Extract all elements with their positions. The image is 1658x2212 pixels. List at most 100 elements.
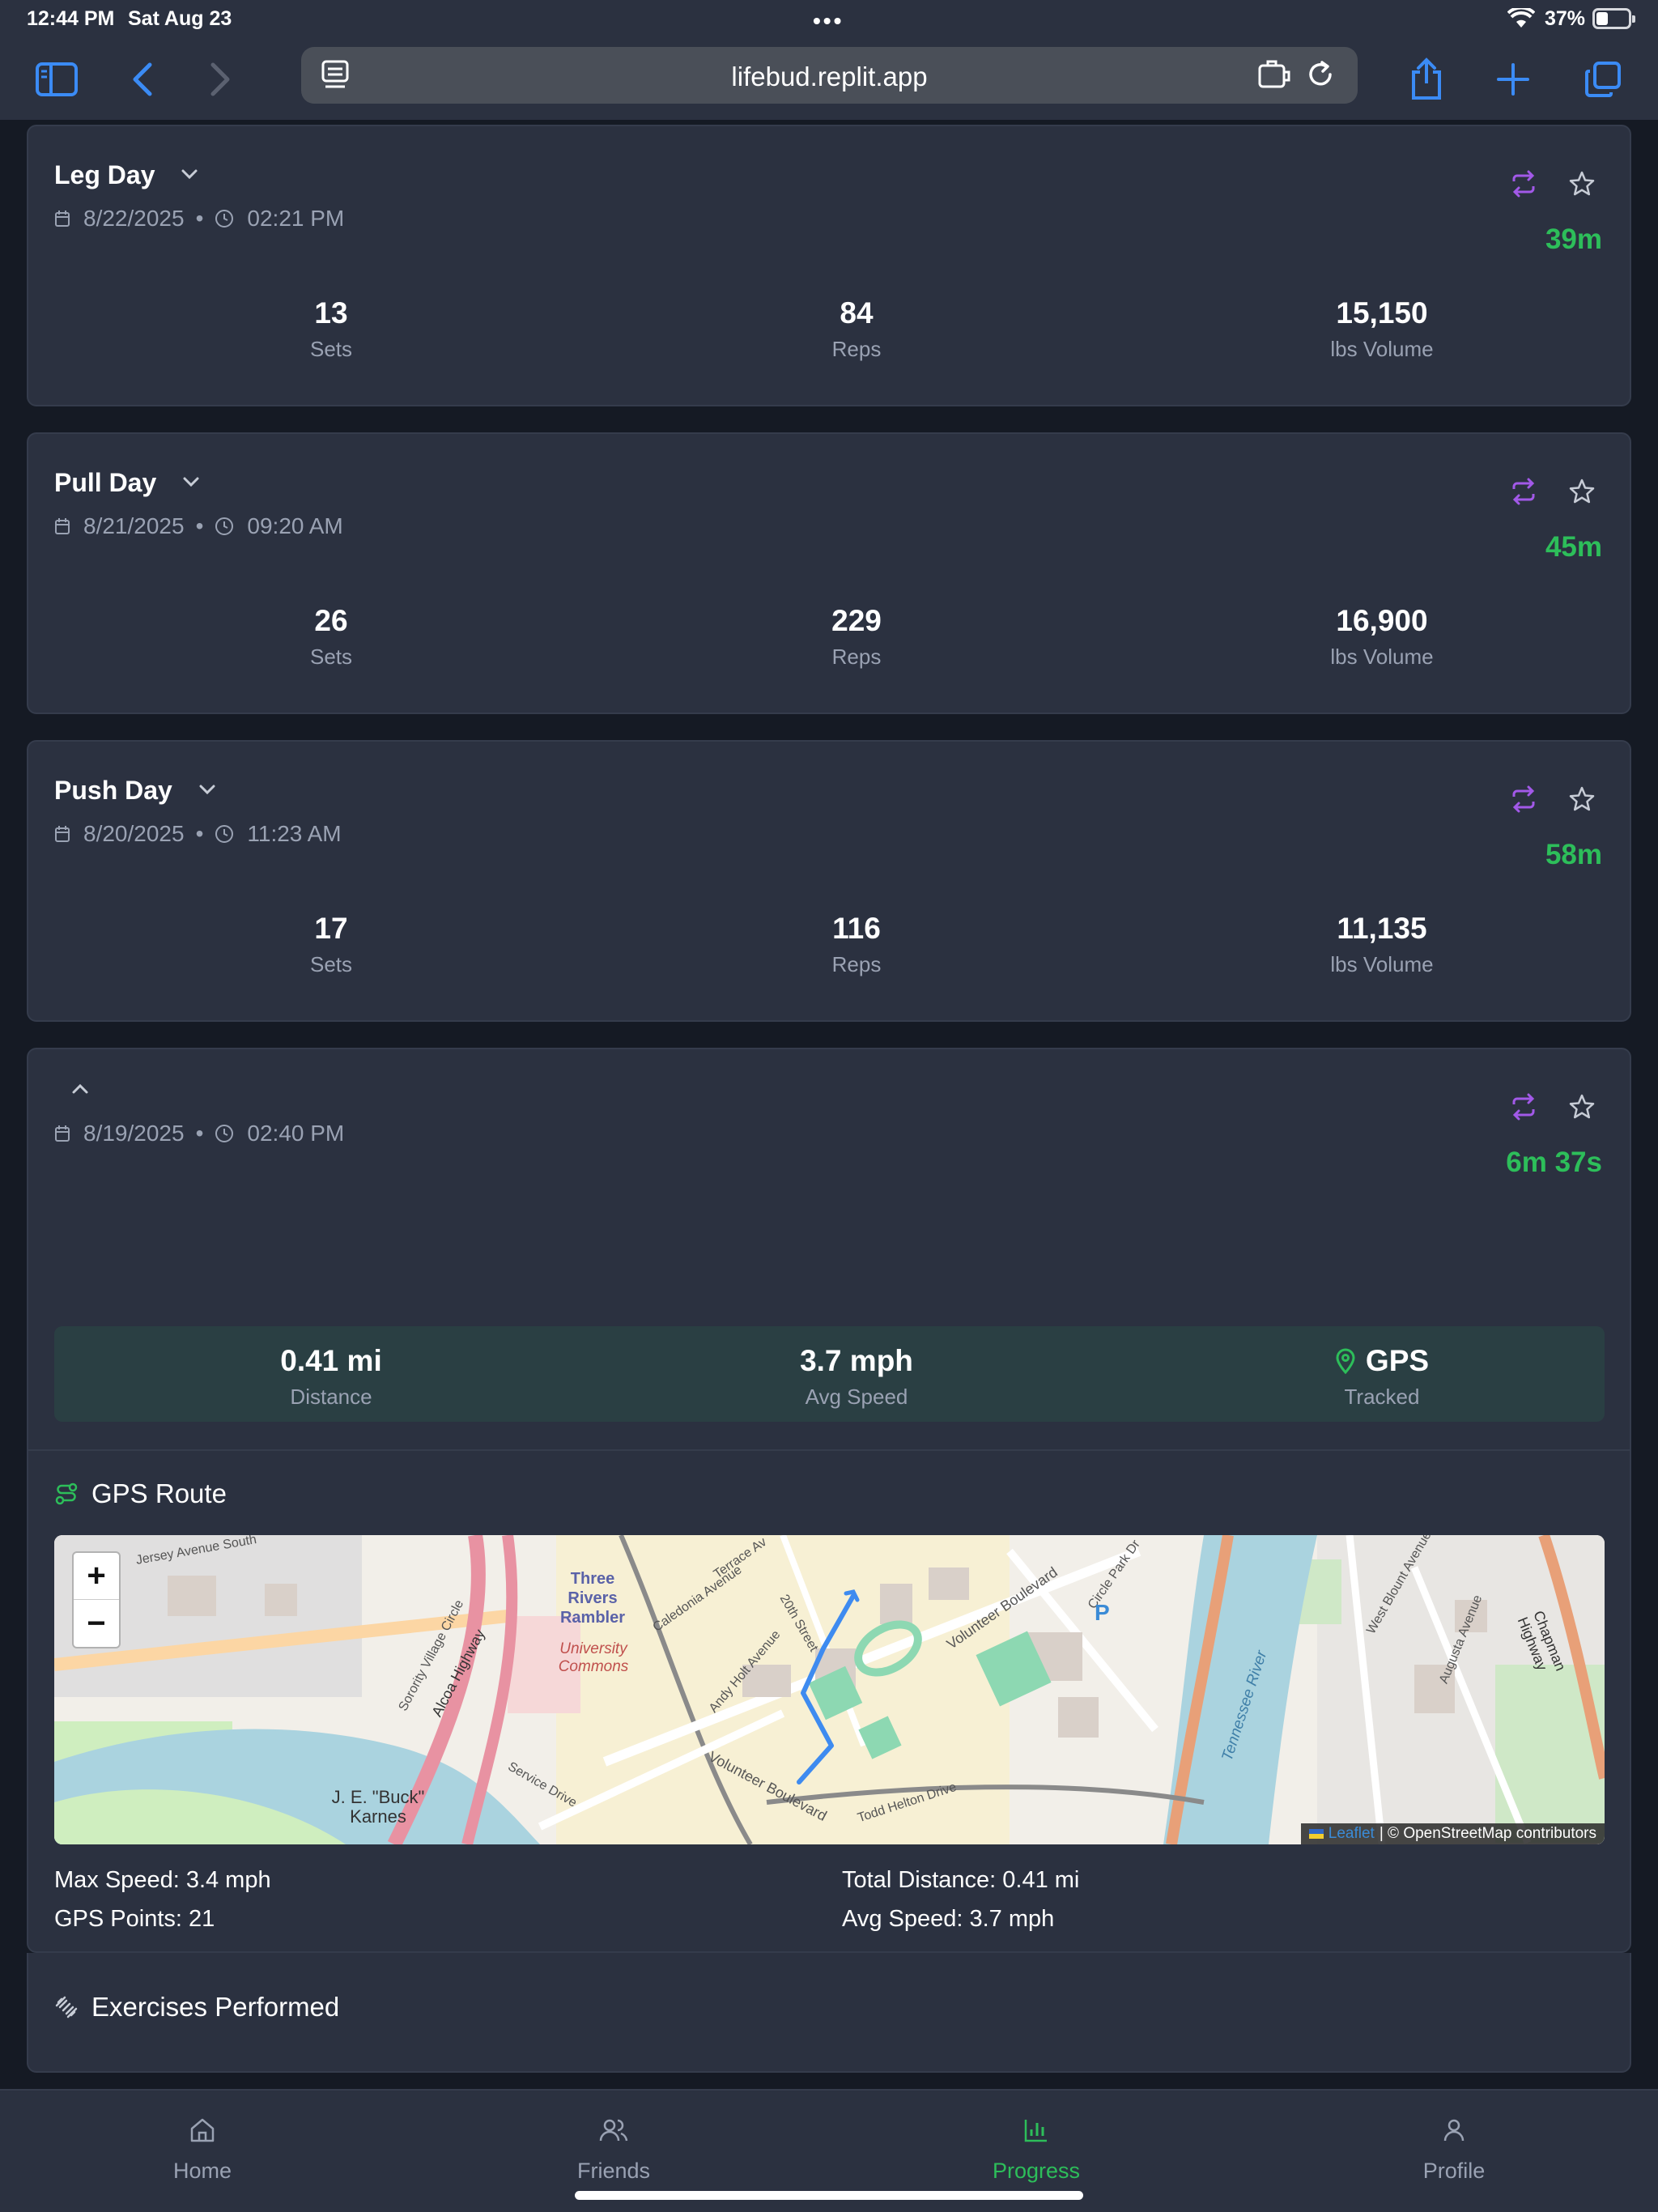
reps-stat: 229 Reps (831, 604, 882, 669)
back-icon[interactable] (117, 53, 168, 105)
nav-profile[interactable]: Profile (1333, 2112, 1575, 2184)
reload-icon[interactable] (1305, 59, 1336, 94)
workout-card[interactable]: Pull Day 8/21/2025 • 09:20 AM 45m 26 Sets… (27, 432, 1631, 714)
workout-duration: 45m (1545, 531, 1602, 563)
nav-progress[interactable]: Progress (915, 2112, 1158, 2184)
status-time: 12:44 PM (27, 7, 115, 30)
nav-home[interactable]: Home (81, 2112, 324, 2184)
reps-stat: 84 Reps (831, 296, 882, 361)
forward-icon[interactable] (194, 53, 246, 105)
route-icon (55, 1482, 78, 1505)
exercises-heading: Exercises Performed (54, 1992, 339, 2023)
chevron-up-icon[interactable] (70, 1082, 90, 1095)
dumbbell-icon (55, 1996, 78, 2018)
exercises-section: Exercises Performed (27, 1953, 1631, 2073)
section-divider (28, 1449, 1630, 1451)
leaflet-link[interactable]: Leaflet (1329, 1825, 1375, 1843)
clock-icon (215, 210, 234, 228)
repeat-icon[interactable] (1510, 1093, 1537, 1121)
sets-stat: 13 Sets (309, 296, 353, 361)
max-speed: Max Speed: 3.4 mph (54, 1867, 271, 1893)
map-label: University Commons (558, 1640, 629, 1675)
sets-stat: 17 Sets (309, 912, 353, 976)
clock-icon (215, 517, 234, 535)
location-pin-icon (1336, 1348, 1355, 1374)
star-icon[interactable] (1568, 170, 1596, 198)
battery-icon (1592, 8, 1635, 29)
star-icon[interactable] (1568, 785, 1596, 813)
sets-stat: 26 Sets (309, 604, 353, 669)
gps-route-heading: GPS Route (54, 1478, 227, 1509)
browser-toolbar: lifebud.replit.app (0, 39, 1658, 120)
route-map[interactable]: Three Rivers Rambler University Commons … (54, 1535, 1605, 1844)
sidebar-toggle-icon[interactable] (31, 53, 83, 105)
workout-card[interactable]: Leg Day 8/22/2025 • 02:21 PM 39m 13 Sets … (27, 125, 1631, 406)
repeat-icon[interactable] (1510, 170, 1537, 198)
map-tiles (54, 1535, 1605, 1844)
battery-percent: 37% (1545, 7, 1586, 30)
address-bar[interactable]: lifebud.replit.app (301, 47, 1358, 104)
map-attribution: Leaflet | © OpenStreetMap contributors (1300, 1823, 1605, 1844)
workout-date: 8/22/2025 (83, 206, 185, 231)
zoom-control: + − (72, 1551, 121, 1648)
ukraine-flag-icon (1308, 1829, 1324, 1839)
calendar-icon (55, 1125, 70, 1142)
workout-time: 02:21 PM (247, 206, 345, 231)
workout-title: Pull Day (54, 468, 157, 497)
clock-icon (215, 1125, 234, 1142)
run-duration: 6m 37s (1506, 1146, 1602, 1178)
clock-icon (215, 825, 234, 843)
distance-stat: 0.41 mi Distance (280, 1344, 382, 1409)
extension-icon[interactable] (1256, 59, 1290, 94)
volume-stat: 11,135 lbs Volume (1330, 912, 1434, 976)
workout-title: Leg Day (54, 160, 155, 189)
friends-icon (599, 2119, 628, 2142)
status-date: Sat Aug 23 (128, 7, 232, 30)
share-icon[interactable] (1401, 53, 1452, 105)
multitasking-dots-icon[interactable]: ••• (813, 8, 844, 34)
parking-icon: P (1095, 1600, 1110, 1625)
repeat-icon[interactable] (1510, 785, 1537, 813)
calendar-icon (55, 211, 70, 227)
osm-credit[interactable]: | © OpenStreetMap contributors (1380, 1825, 1596, 1843)
gps-stat: GPS Tracked (1220, 1344, 1544, 1410)
repeat-icon[interactable] (1510, 478, 1537, 505)
home-icon (190, 2118, 215, 2142)
zoom-in-button[interactable]: + (74, 1553, 119, 1600)
workout-card[interactable]: Push Day 8/20/2025 • 11:23 AM 58m 17 Sets… (27, 740, 1631, 1022)
volume-stat: 16,900 lbs Volume (1330, 604, 1434, 669)
chevron-down-icon[interactable] (181, 168, 198, 180)
workout-meta: 8/20/2025 • 11:23 AM (54, 821, 342, 847)
run-time: 02:40 PM (247, 1121, 345, 1146)
total-distance: Total Distance: 0.41 mi (842, 1867, 1080, 1893)
gps-points: GPS Points: 21 (54, 1906, 215, 1932)
workout-title: Push Day (54, 776, 172, 805)
workout-time: 09:20 AM (247, 513, 343, 538)
avg-speed: Avg Speed: 3.7 mph (842, 1906, 1055, 1932)
star-icon[interactable] (1568, 478, 1596, 505)
workout-meta: 8/21/2025 • 09:20 AM (54, 513, 343, 539)
calendar-icon (55, 518, 70, 534)
wifi-icon (1507, 6, 1536, 35)
workout-history-list[interactable]: Leg Day 8/22/2025 • 02:21 PM 39m 13 Sets … (0, 120, 1658, 2089)
run-meta: 8/19/2025 • 02:40 PM (54, 1121, 344, 1146)
workout-duration: 39m (1545, 223, 1602, 255)
volume-stat: 15,150 lbs Volume (1330, 296, 1434, 361)
workout-time: 11:23 AM (247, 821, 342, 846)
progress-icon (1024, 2120, 1047, 2142)
workout-meta: 8/22/2025 • 02:21 PM (54, 206, 344, 232)
star-icon[interactable] (1568, 1093, 1596, 1121)
run-card[interactable]: 8/19/2025 • 02:40 PM 6m 37s 0.41 mi Dista… (27, 1048, 1631, 1953)
workout-duration: 58m (1545, 839, 1602, 870)
home-indicator[interactable] (575, 2191, 1083, 2200)
run-date: 8/19/2025 (83, 1121, 185, 1146)
chevron-down-icon[interactable] (198, 784, 216, 795)
map-label: Three Rivers Rambler (559, 1570, 626, 1627)
new-tab-icon[interactable] (1487, 53, 1539, 105)
url-text: lifebud.replit.app (731, 62, 928, 91)
workout-date: 8/20/2025 (83, 821, 185, 846)
zoom-out-button[interactable]: − (74, 1600, 119, 1647)
tabs-overview-icon[interactable] (1577, 53, 1629, 105)
nav-friends[interactable]: Friends (492, 2112, 735, 2184)
chevron-down-icon[interactable] (182, 476, 200, 487)
